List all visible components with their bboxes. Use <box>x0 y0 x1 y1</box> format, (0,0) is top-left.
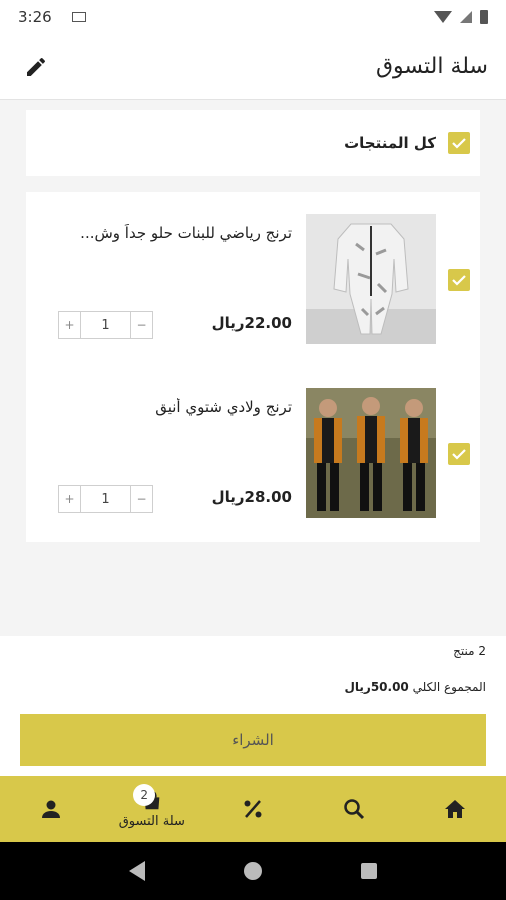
cart-item: ترنج ولادي شتوي أنيق 28.00ريال + 1 − <box>26 388 480 528</box>
product-photo <box>306 388 436 518</box>
nav-item-home[interactable] <box>405 776 506 842</box>
check-icon <box>452 275 466 286</box>
decrease-button[interactable]: − <box>130 312 152 338</box>
cart-items: ترنج رياضي للبنات حلو جداً وش... 22.00ري… <box>26 192 480 542</box>
order-summary: 2 منتج المجموع الكلي 50.00ريال الشراء <box>0 636 506 776</box>
total-amount: 50.00ريال <box>344 680 409 694</box>
pencil-icon <box>27 57 46 76</box>
decrease-button[interactable]: − <box>130 486 152 512</box>
mail-icon <box>71 12 86 22</box>
product-image[interactable] <box>306 388 436 518</box>
check-icon <box>452 449 466 460</box>
search-icon <box>344 799 365 820</box>
quantity-value: 1 <box>101 317 110 333</box>
quantity-value: 1 <box>101 491 110 507</box>
back-icon[interactable] <box>129 861 146 881</box>
recents-icon[interactable] <box>360 863 377 879</box>
home-icon <box>445 800 466 818</box>
system-nav-bar <box>0 842 506 900</box>
nav-label-cart: سلة التسوق <box>118 813 185 829</box>
product-price: 22.00ريال <box>211 314 292 332</box>
nav-item-cart[interactable]: 2 سلة التسوق <box>101 776 202 842</box>
item-checkbox[interactable] <box>448 443 470 465</box>
item-checkbox[interactable] <box>448 269 470 291</box>
select-all-row[interactable]: كل المنتجات <box>26 110 480 176</box>
product-photo <box>306 214 436 344</box>
select-all-label: كل المنتجات <box>344 134 436 152</box>
page-title: سلة التسوق <box>375 54 488 79</box>
status-time: 3:26 <box>18 8 52 26</box>
total-row: المجموع الكلي 50.00ريال <box>344 680 486 694</box>
increase-button[interactable]: + <box>59 486 81 512</box>
battery-icon <box>480 10 488 24</box>
signal-icon <box>460 11 472 23</box>
nav-item-search[interactable] <box>304 776 405 842</box>
check-icon <box>452 138 466 149</box>
person-icon <box>41 800 60 818</box>
app-bar: سلة التسوق <box>0 34 506 100</box>
product-price: 28.00ريال <box>211 488 292 506</box>
home-circle-icon[interactable] <box>243 862 262 880</box>
nav-item-profile[interactable] <box>0 776 101 842</box>
nav-item-offers[interactable] <box>202 776 303 842</box>
select-all-checkbox[interactable] <box>448 132 470 154</box>
total-label: المجموع الكلي <box>408 680 486 694</box>
percent-icon <box>244 800 262 818</box>
status-bar: 3:26 <box>0 0 506 34</box>
item-count: 2 منتج <box>453 644 486 658</box>
quantity-stepper: + 1 − <box>58 311 153 339</box>
edit-button[interactable] <box>18 49 54 85</box>
product-name[interactable]: ترنج ولادي شتوي أنيق <box>52 398 292 416</box>
buy-button[interactable]: الشراء <box>20 714 486 766</box>
bottom-nav: 2 سلة التسوق <box>0 776 506 842</box>
product-image[interactable] <box>306 214 436 344</box>
status-indicators <box>434 10 488 24</box>
cart-item: ترنج رياضي للبنات حلو جداً وش... 22.00ري… <box>26 214 480 354</box>
product-name[interactable]: ترنج رياضي للبنات حلو جداً وش... <box>52 224 292 242</box>
quantity-stepper: + 1 − <box>58 485 153 513</box>
wifi-icon <box>434 11 452 23</box>
increase-button[interactable]: + <box>59 312 81 338</box>
